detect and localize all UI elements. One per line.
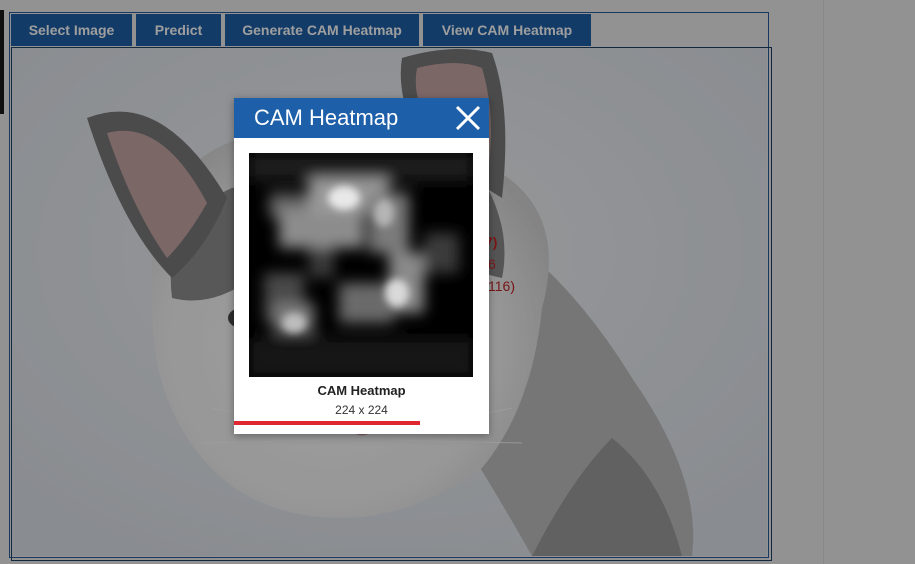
heatmap-size: 224 x 224 [335, 403, 388, 417]
heatmap-graphic [249, 153, 473, 377]
heatmap-caption: CAM Heatmap [317, 383, 406, 398]
cam-heatmap-dialog: CAM Heatmap CAM Heatmap 224 x 224 [234, 98, 489, 434]
dialog-header: CAM Heatmap [234, 98, 489, 138]
progress-bar [234, 421, 452, 425]
close-icon [455, 105, 481, 131]
progress-fill [234, 421, 421, 425]
close-button[interactable] [451, 101, 485, 135]
cam-heatmap-image [249, 153, 473, 377]
dialog-title: CAM Heatmap [254, 105, 399, 130]
